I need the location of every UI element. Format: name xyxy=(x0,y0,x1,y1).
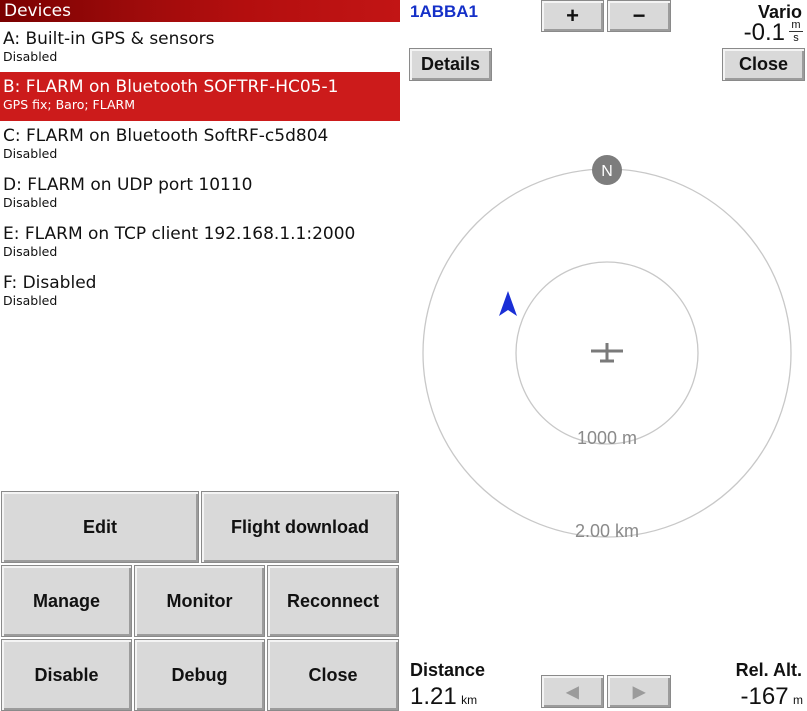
traffic-arrow-icon[interactable] xyxy=(499,291,517,316)
vario-unit-top: m xyxy=(791,19,801,31)
rel-alt-label: Rel. Alt. xyxy=(735,660,802,680)
previous-button[interactable]: ◀ xyxy=(541,675,604,708)
zoom-out-button[interactable]: − xyxy=(607,0,671,32)
device-name: F: Disabled xyxy=(3,273,97,293)
north-marker: N xyxy=(592,155,622,185)
device-name: B: FLARM on Bluetooth SOFTRF-HC05-1 xyxy=(3,77,339,97)
device-row-a[interactable]: A: Built-in GPS & sensors Disabled xyxy=(0,24,400,73)
distance-value: 1.21 xyxy=(410,683,457,710)
manage-button[interactable]: Manage xyxy=(1,565,132,637)
edit-button[interactable]: Edit xyxy=(1,491,199,563)
device-row-c[interactable]: C: FLARM on Bluetooth SoftRF-c5d804 Disa… xyxy=(0,121,400,170)
debug-button[interactable]: Debug xyxy=(134,639,265,711)
device-status: Disabled xyxy=(3,244,58,259)
zoom-in-button[interactable]: + xyxy=(541,0,604,32)
close-button[interactable]: Close xyxy=(267,639,399,711)
device-row-d[interactable]: D: FLARM on UDP port 10110 Disabled xyxy=(0,170,400,219)
rel-alt-unit: m xyxy=(793,693,803,707)
north-label: N xyxy=(601,163,613,180)
distance-readout: 1.21 km xyxy=(410,683,477,711)
device-name: D: FLARM on UDP port 10110 xyxy=(3,175,253,195)
device-row-b[interactable]: B: FLARM on Bluetooth SOFTRF-HC05-1 GPS … xyxy=(0,72,400,121)
inner-ring-label: 1000 m xyxy=(577,428,637,448)
vario-value: -0.1 xyxy=(743,19,785,46)
disable-button[interactable]: Disable xyxy=(1,639,132,711)
device-status: Disabled xyxy=(3,49,58,64)
device-row-e[interactable]: E: FLARM on TCP client 192.168.1.1:2000 … xyxy=(0,219,400,268)
monitor-button[interactable]: Monitor xyxy=(134,565,265,637)
traffic-callsign: 1ABBA1 xyxy=(410,2,479,21)
device-status: Disabled xyxy=(3,293,58,308)
rel-alt-value: -167 xyxy=(740,683,789,710)
flarm-radar[interactable]: N 1000 m 2.00 km xyxy=(405,140,807,560)
details-button[interactable]: Details xyxy=(409,48,492,81)
device-name: A: Built-in GPS & sensors xyxy=(3,29,215,49)
devices-title: Devices xyxy=(0,0,400,22)
device-status: GPS fix; Baro; FLARM xyxy=(3,97,135,112)
flight-download-button[interactable]: Flight download xyxy=(201,491,399,563)
vario-unit: m s xyxy=(789,19,803,44)
device-name: C: FLARM on Bluetooth SoftRF-c5d804 xyxy=(3,126,329,146)
next-button[interactable]: ▶ xyxy=(607,675,671,708)
outer-ring-label: 2.00 km xyxy=(575,521,639,541)
device-name: E: FLARM on TCP client 192.168.1.1:2000 xyxy=(3,224,356,244)
reconnect-button[interactable]: Reconnect xyxy=(267,565,399,637)
distance-label: Distance xyxy=(410,660,486,680)
vario-unit-bottom: s xyxy=(789,31,803,44)
device-status: Disabled xyxy=(3,146,58,161)
rel-alt-readout: -167 m xyxy=(741,683,804,711)
device-status: Disabled xyxy=(3,195,58,210)
traffic-close-button[interactable]: Close xyxy=(722,48,805,81)
distance-unit: km xyxy=(461,693,478,707)
device-row-f[interactable]: F: Disabled Disabled xyxy=(0,268,400,317)
own-aircraft-icon xyxy=(591,343,623,363)
